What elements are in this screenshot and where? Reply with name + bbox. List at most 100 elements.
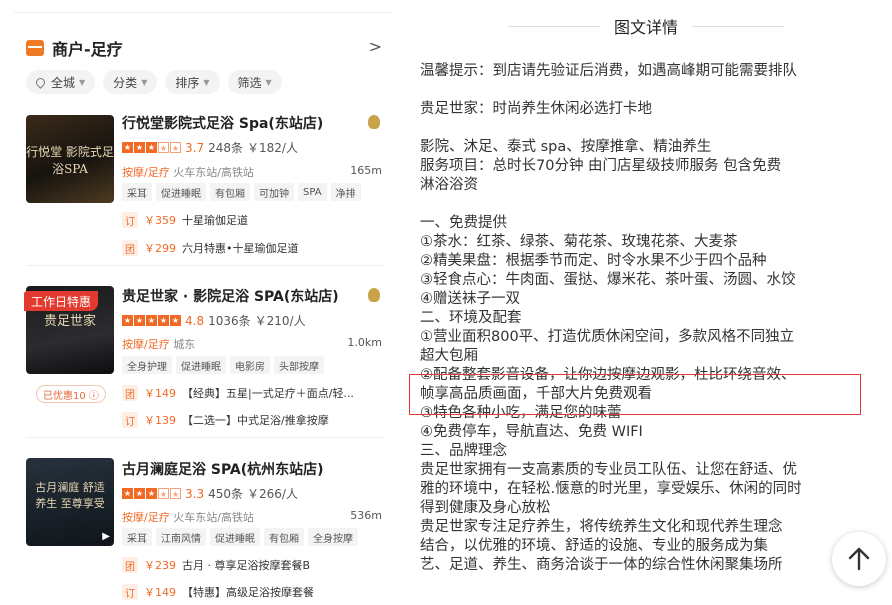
shop-category: 按摩/足疗 <box>122 166 170 179</box>
arrow-up-icon <box>848 547 870 571</box>
detail-line: ②精美果盘：根据季节而定、时令水果不少于四个品种 <box>420 253 767 269</box>
coupon-badge[interactable]: 已优惠10 ⓘ <box>36 385 106 403</box>
detail-line: ④免费停车，导航直达、免费 WIFI <box>420 424 643 440</box>
star-rating-icon: ★ ★ ★ ★ ★ <box>122 315 181 326</box>
shop-tags: 全身护理 促进睡眠 电影房 头部按摩 <box>122 356 324 374</box>
deal-title: 【二选一】中式足浴/推拿按摩 <box>182 414 329 427</box>
detail-line: 艺、足道、养生、商务洽谈于一体的综合性休闲聚集场所 <box>420 557 783 573</box>
caret-down-icon: ▼ <box>265 77 272 87</box>
tag: 采耳 <box>122 183 152 201</box>
detail-line: 贵足世家拥有一支高素质的专业员工队伍、让您在舒适、优 <box>420 462 797 478</box>
review-count: 1036条 <box>208 314 251 328</box>
deal-item[interactable]: 团 ￥299 六月特惠•十星瑜伽足道 <box>122 240 299 256</box>
detail-header: 图文详情 <box>400 14 892 38</box>
detail-line: ①营业面积800平、打造优质休闲空间，多款风格不同独立 <box>420 329 795 345</box>
avg-price: ￥210/人 <box>254 314 306 328</box>
shop-name[interactable]: 古月澜庭足浴 SPA(杭州东站店) <box>122 459 324 479</box>
detail-line: 温馨提示：到店请先验证后消费，如遇高峰期可能需要排队 <box>420 63 797 79</box>
tag: 采耳 <box>122 528 152 546</box>
tag: 头部按摩 <box>274 356 324 374</box>
avg-price: ￥266/人 <box>247 487 298 501</box>
detail-body: 温馨提示：到店请先验证后消费，如遇高峰期可能需要排队 贵足世家：时尚养生休闲必选打… <box>420 62 882 575</box>
detail-line: 贵足世家专注足疗养生，将传统养生文化和现代养生理念 <box>420 519 783 535</box>
filter-bar: 全城 ▼ 分类 ▼ 排序 ▼ 筛选 ▼ <box>26 70 282 94</box>
deal-item[interactable]: 团 ￥149 【经典】五星|一式足疗＋面点/轻... <box>122 385 354 401</box>
chevron-right-icon[interactable]: > <box>369 37 382 56</box>
star-rating-icon: ★ ★ ★ ★ ★ <box>122 142 181 153</box>
deal-price: ￥139 <box>144 414 176 427</box>
tag: 全身按摩 <box>308 528 358 546</box>
shop-thumbnail[interactable]: 古月澜庭 舒适养生 至尊享受 ▶ <box>26 458 114 546</box>
booking-icon: 订 <box>122 584 138 600</box>
shop-rating: ★ ★ ★ ★ ★ 3.7 248条 ￥182/人 <box>122 139 298 156</box>
shop-distance: 536m <box>350 509 382 522</box>
divider <box>26 437 384 438</box>
filter-label: 排序 <box>175 75 200 90</box>
play-icon: ▶ <box>102 531 110 542</box>
deal-item[interactable]: 订 ￥139 【二选一】中式足浴/推拿按摩 <box>122 412 329 428</box>
group-buy-icon: 团 <box>122 385 138 401</box>
shop-category: 按摩/足疗 <box>122 511 170 524</box>
coupon-text: 已优惠10 <box>43 390 86 402</box>
deal-item[interactable]: 订 ￥149 【特惠】高级足浴按摩套餐 <box>122 584 314 600</box>
tag: 促进睡眠 <box>210 528 260 546</box>
rating-score: 3.3 <box>185 486 205 501</box>
deal-price: ￥359 <box>144 214 176 227</box>
filter-more[interactable]: 筛选 ▼ <box>227 70 282 94</box>
filter-label: 筛选 <box>237 75 262 90</box>
filter-sort[interactable]: 排序 ▼ <box>165 70 220 94</box>
section-header[interactable]: 商户-足疗 > <box>26 35 386 61</box>
detail-line: 淋浴浴资 <box>420 177 478 193</box>
shop-tags: 采耳 江南风情 促进睡眠 有包厢 全身按摩 <box>122 528 358 546</box>
weekday-deal-badge: 工作日特惠 <box>24 291 98 311</box>
thumbnail-caption: 行悦堂 影院式足浴SPA <box>26 145 114 176</box>
shop-name[interactable]: 行悦堂影院式足浴 Spa(东站店) <box>122 113 323 133</box>
detail-line: 二、环境及配套 <box>420 310 522 326</box>
filter-category[interactable]: 分类 ▼ <box>103 70 158 94</box>
info-icon: ⓘ <box>85 390 99 402</box>
detail-line: 影院、沐足、泰式 spa、按摩推拿、精油养生 <box>420 139 712 155</box>
group-buy-icon: 团 <box>122 240 138 256</box>
deal-item[interactable]: 团 ￥239 古月 · 尊享足浴按摩套餐B <box>122 557 310 573</box>
filter-label: 分类 <box>113 75 138 90</box>
detail-line: 服务项目：总时长70分钟 由门店星级技师服务 包含免费 <box>420 158 782 174</box>
tag: 电影房 <box>230 356 270 374</box>
deal-title: 十星瑜伽足道 <box>182 214 248 227</box>
thumbnail-caption: 古月澜庭 舒适养生 至尊享受 <box>35 481 105 510</box>
deal-title: 【特惠】高级足浴按摩套餐 <box>182 586 314 599</box>
medal-icon <box>368 115 380 129</box>
highlight-box <box>409 374 861 415</box>
deal-title: 古月 · 尊享足浴按摩套餐B <box>182 559 311 572</box>
shop-name[interactable]: 贵足世家 · 影院足浴 SPA(东站店) <box>122 286 339 306</box>
shop-rating: ★ ★ ★ ★ ★ 4.8 1036条 ￥210/人 <box>122 312 306 329</box>
shop-thumbnail[interactable]: 行悦堂 影院式足浴SPA <box>26 115 114 203</box>
shop-category-line: 按摩/足疗 火车东站/高铁站 <box>122 509 254 525</box>
shop-list-panel: 商户-足疗 > 全城 ▼ 分类 ▼ 排序 ▼ 筛选 ▼ 行悦堂 影院式足浴SPA… <box>0 0 392 605</box>
filter-label: 全城 <box>51 75 76 90</box>
detail-line: 结合，以优雅的环境、舒适的设施、专业的服务成为集 <box>420 538 768 554</box>
location-pin-icon <box>34 75 47 89</box>
deal-price: ￥299 <box>144 242 176 255</box>
detail-line: 雅的环境中，在轻松.惬意的时光里，享受娱乐、休闲的同时 <box>420 481 802 497</box>
deal-item[interactable]: 订 ￥359 十星瑜伽足道 <box>122 212 248 228</box>
detail-line: 贵足世家：时尚养生休闲必选打卡地 <box>420 101 652 117</box>
title-rule-left <box>507 25 600 27</box>
review-count: 248条 <box>208 141 243 155</box>
deal-price: ￥149 <box>144 387 176 400</box>
filter-city[interactable]: 全城 ▼ <box>26 70 96 94</box>
scroll-to-top-button[interactable] <box>832 532 886 586</box>
shop-category-icon <box>26 40 44 56</box>
shop-area: 城东 <box>173 338 196 351</box>
detail-line: 超大包厢 <box>420 348 478 364</box>
shop-category-line: 按摩/足疗 火车东站/高铁站 <box>122 164 254 180</box>
title-rule-right <box>692 25 784 27</box>
shop-area: 火车东站/高铁站 <box>173 511 254 524</box>
detail-line: ④赠送袜子一双 <box>420 291 520 307</box>
tag: 有包厢 <box>210 183 250 201</box>
caret-down-icon: ▼ <box>141 77 148 87</box>
deal-price: ￥149 <box>144 586 176 599</box>
group-buy-icon: 团 <box>122 557 138 573</box>
deal-price: ￥239 <box>144 559 176 572</box>
